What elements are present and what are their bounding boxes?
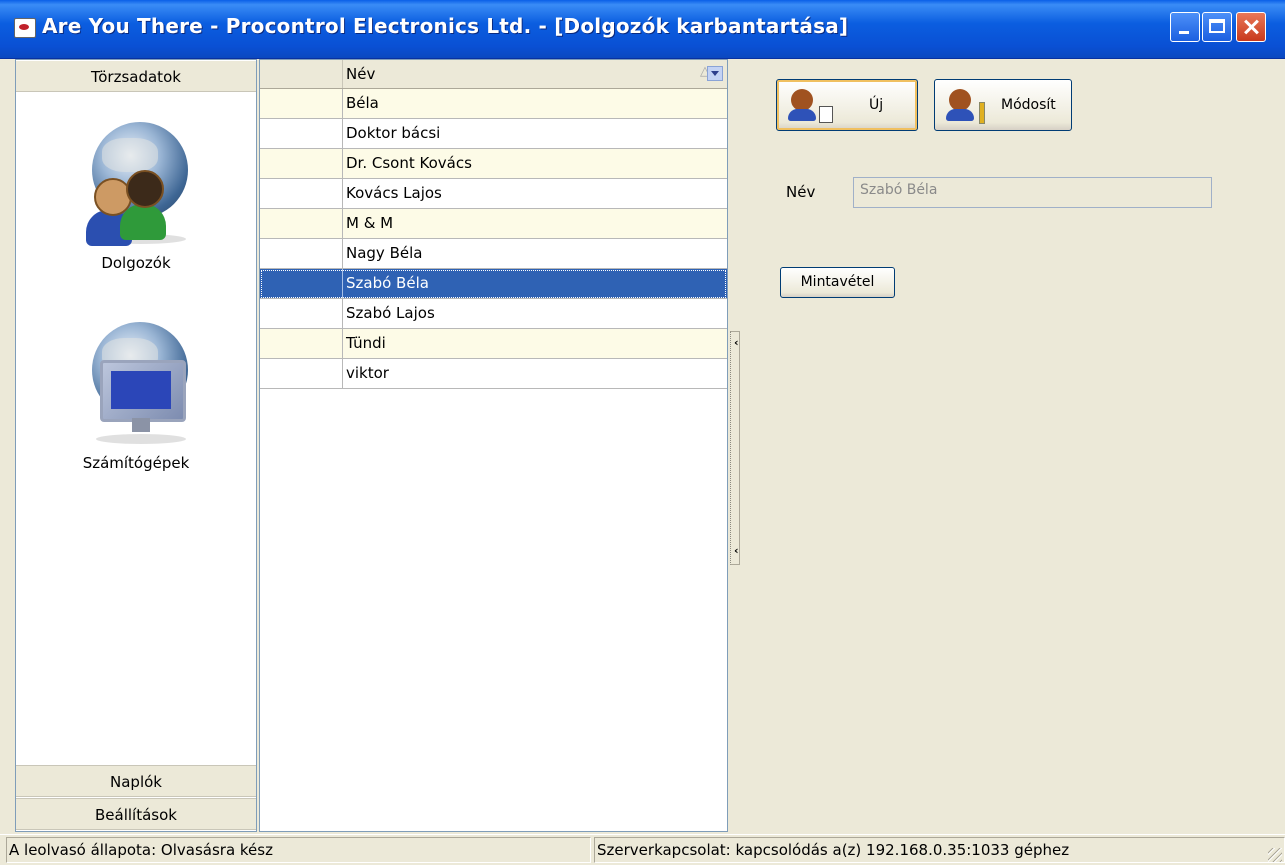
row-name-cell: viktor — [346, 364, 389, 382]
row-name-cell: Kovács Lajos — [346, 184, 442, 202]
nav-item-computers[interactable]: Számítógépek — [16, 318, 256, 472]
app-window: Are You There - Procontrol Electronics L… — [0, 0, 1285, 865]
table-row[interactable]: Szabó Lajos — [260, 299, 727, 329]
maximize-button[interactable] — [1202, 12, 1232, 42]
nav-item-employees[interactable]: Dolgozók — [16, 118, 256, 272]
close-button[interactable] — [1236, 12, 1266, 42]
navigation-sidebar: Törzsadatok Dolgozók Számítógépek Naplók — [15, 59, 257, 832]
column-header-name[interactable]: Név — [346, 65, 375, 83]
new-button-label: Új — [869, 97, 884, 113]
app-eye-icon[interactable] — [14, 18, 36, 38]
user-icon — [788, 89, 816, 121]
user-icon — [946, 89, 974, 121]
server-connection-status: Szerverkapcsolat: kapcsolódás a(z) 192.1… — [594, 837, 1285, 863]
detail-panel: Új Módosít Név Szabó Béla Mintavétel — [742, 59, 1285, 832]
nav-section-master-data[interactable]: Törzsadatok — [16, 60, 256, 92]
table-row[interactable]: Doktor bácsi — [260, 119, 727, 149]
row-name-cell: Szabó Béla — [346, 274, 429, 292]
grid-header: Név △ — [260, 60, 727, 89]
row-name-cell: Szabó Lajos — [346, 304, 435, 322]
row-indicator-header — [260, 60, 343, 88]
computers-globe-icon — [86, 318, 188, 446]
collapse-left-icon[interactable]: ‹ — [734, 336, 739, 349]
document-icon — [819, 106, 833, 123]
row-name-cell: Tündi — [346, 334, 386, 352]
edit-button-label: Módosít — [1001, 97, 1056, 113]
collapse-left-icon[interactable]: ‹ — [734, 544, 739, 557]
employees-globe-icon — [86, 118, 188, 246]
minimize-button[interactable] — [1170, 12, 1200, 42]
employee-list-grid[interactable]: Név △ Béla Doktor bácsi Dr. Csont Kovács… — [259, 59, 728, 832]
panel-splitter[interactable]: ‹ ‹ — [728, 59, 742, 832]
table-row[interactable]: Dr. Csont Kovács — [260, 149, 727, 179]
table-row[interactable]: Kovács Lajos — [260, 179, 727, 209]
row-name-cell: M & M — [346, 214, 394, 232]
status-bar: A leolvasó állapota: Olvasásra kész Szer… — [0, 834, 1285, 865]
table-row-selected[interactable]: Szabó Béla — [260, 269, 727, 299]
table-row[interactable]: Nagy Béla — [260, 239, 727, 269]
sample-button-label: Mintavétel — [800, 274, 875, 290]
name-field-label: Név — [786, 183, 816, 201]
sample-capture-button[interactable]: Mintavétel — [780, 267, 895, 298]
nav-item-employees-label: Dolgozók — [101, 254, 171, 272]
nav-section-logs[interactable]: Naplók — [16, 765, 256, 797]
row-name-cell: Nagy Béla — [346, 244, 423, 262]
column-filter-dropdown-icon[interactable] — [707, 66, 723, 81]
resize-grip-icon[interactable] — [1268, 848, 1282, 862]
window-title: Are You There - Procontrol Electronics L… — [42, 14, 849, 38]
edit-employee-button[interactable]: Módosít — [934, 79, 1072, 131]
name-field[interactable]: Szabó Béla — [853, 177, 1212, 208]
new-employee-button[interactable]: Új — [776, 79, 918, 131]
pencil-icon — [979, 102, 985, 124]
row-name-cell: Dr. Csont Kovács — [346, 154, 472, 172]
row-name-cell: Béla — [346, 94, 379, 112]
splitter-handle[interactable]: ‹ ‹ — [730, 331, 740, 565]
table-row[interactable]: viktor — [260, 359, 727, 389]
table-row[interactable]: M & M — [260, 209, 727, 239]
table-row[interactable]: Tündi — [260, 329, 727, 359]
reader-status: A leolvasó állapota: Olvasásra kész — [6, 837, 591, 863]
title-bar[interactable]: Are You There - Procontrol Electronics L… — [0, 0, 1285, 59]
nav-section-settings[interactable]: Beállítások — [16, 798, 256, 830]
row-name-cell: Doktor bácsi — [346, 124, 441, 142]
nav-item-computers-label: Számítógépek — [82, 454, 190, 472]
table-row[interactable]: Béla — [260, 89, 727, 119]
